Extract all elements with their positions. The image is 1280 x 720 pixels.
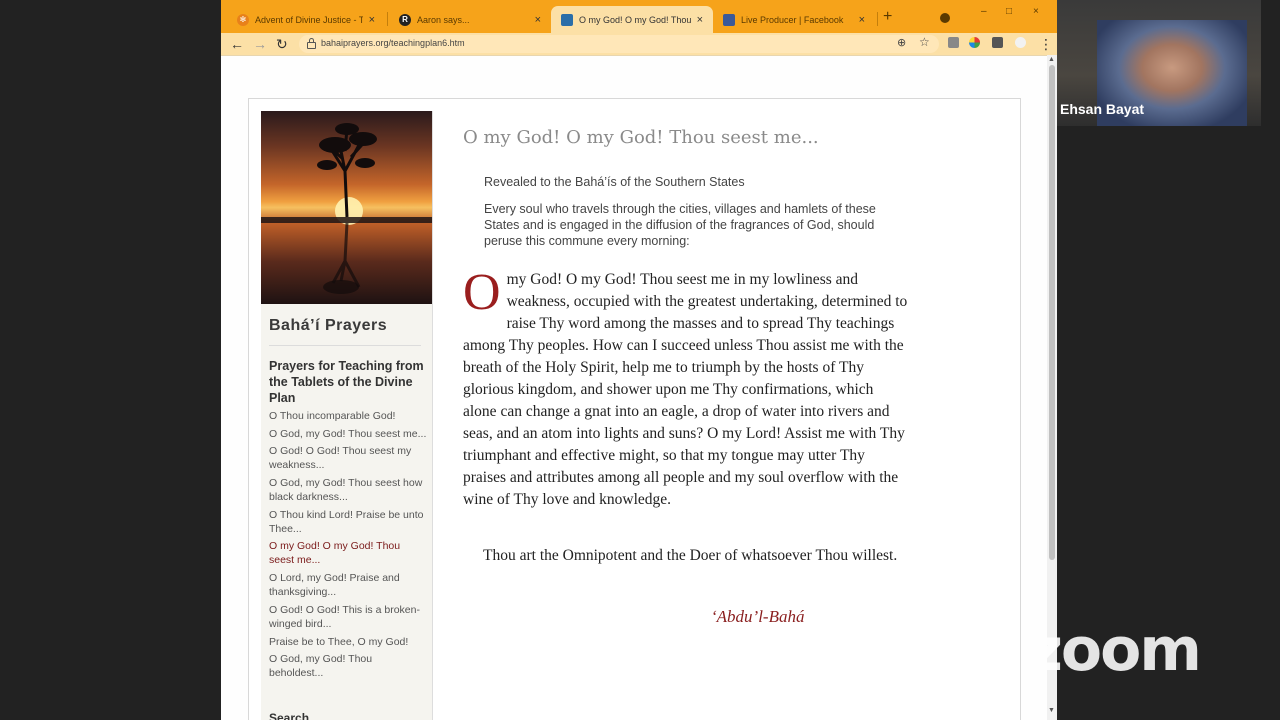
revealed-note: Revealed to the Bahá’ís of the Southern …	[484, 175, 745, 189]
scroll-thumb[interactable]	[1049, 65, 1055, 560]
dropcap-letter: O	[463, 264, 501, 321]
tab-separator	[877, 12, 878, 26]
lock-icon[interactable]	[307, 38, 316, 49]
tree-silhouette	[261, 123, 432, 294]
extension-cast-icon[interactable]	[948, 37, 959, 48]
sunset-tree-image	[261, 111, 432, 304]
prayer-list: O Thou incomparable God! O God, my God! …	[269, 409, 427, 684]
author-signature: ‘Abdu’l-Bahá	[711, 607, 805, 626]
content-frame: Bahá’í Prayers Prayers for Teaching from…	[248, 98, 1021, 720]
gear-favicon-icon: ✻	[237, 13, 249, 26]
close-icon[interactable]: ×	[369, 14, 375, 26]
prayer-link-current[interactable]: O my God! O my God! Thou seest me...	[269, 539, 427, 567]
tab-o-my-god[interactable]: O my God! O my God! Thou se ×	[551, 6, 713, 33]
tab-title: Live Producer | Facebook	[741, 14, 844, 25]
forward-button[interactable]: →	[253, 35, 267, 53]
prayer-link[interactable]: O God, my God! Thou beholdest...	[269, 652, 427, 680]
participant-video-tile[interactable]: Ehsan Bayat	[1057, 0, 1261, 126]
prayer-link[interactable]: O Thou kind Lord! Praise be unto Thee...	[269, 508, 427, 536]
url-text[interactable]: bahaiprayers.org/teachingplan6.htm	[321, 38, 465, 48]
bookmark-star-icon[interactable]: ☆	[919, 35, 930, 49]
maximize-icon[interactable]: □	[1006, 6, 1012, 17]
scroll-down-icon[interactable]: ▼	[1048, 707, 1055, 714]
prayer-closing: Thou art the Omnipotent and the Doer of …	[483, 547, 898, 564]
r-favicon-icon: R	[399, 13, 411, 26]
browser-menu-icon[interactable]: ⋮	[1039, 35, 1053, 53]
participant-name: Ehsan Bayat	[1060, 101, 1145, 117]
profile-avatar-icon[interactable]	[1015, 37, 1026, 48]
prayer-link[interactable]: O God! O God! This is a broken-winged bi…	[269, 603, 427, 631]
divider	[269, 345, 421, 346]
reload-button[interactable]: ↻	[276, 35, 288, 53]
tab-title: Advent of Divine Justice - Tho	[255, 14, 363, 25]
tab-title: Aaron says...	[417, 14, 470, 25]
browser-toolbar: ← → ↻ bahaiprayers.org/teachingplan6.htm…	[221, 33, 1057, 55]
tab-title: O my God! O my God! Thou se	[579, 14, 691, 25]
extension-color-icon[interactable]	[969, 37, 980, 48]
web-page: Bahá’í Prayers Prayers for Teaching from…	[221, 55, 1047, 720]
tab-bar: ✻ Advent of Divine Justice - Tho × R Aar…	[221, 0, 1057, 33]
prayer-link[interactable]: O Thou incomparable God!	[269, 409, 427, 423]
site-favicon-icon	[561, 13, 573, 26]
new-tab-button[interactable]: +	[883, 8, 892, 26]
prayer-text: O my God! O my God! Thou seest me in my …	[463, 264, 908, 511]
tab-search-icon[interactable]	[940, 13, 950, 23]
prayer-link[interactable]: O God, my God! Thou seest me...	[269, 427, 427, 441]
prayer-body-text: my God! O my God! Thou seest me in my lo…	[463, 271, 908, 508]
prayer-link[interactable]: O God, my God! Thou seest how black dark…	[269, 476, 427, 504]
prayer-link[interactable]: O Lord, my God! Praise and thanksgiving.…	[269, 571, 427, 599]
tab-aaron-says[interactable]: R Aaron says... ×	[389, 6, 551, 33]
puzzle-icon[interactable]	[992, 37, 1003, 48]
minimize-icon[interactable]: –	[981, 6, 987, 17]
browser-window: ✻ Advent of Divine Justice - Tho × R Aar…	[221, 0, 1057, 720]
tab-advent-divine-justice[interactable]: ✻ Advent of Divine Justice - Tho ×	[227, 6, 385, 33]
prayer-link[interactable]: O God! O God! Thou seest my weakness...	[269, 444, 427, 472]
address-bar[interactable]: bahaiprayers.org/teachingplan6.htm ⊕ ☆	[299, 35, 939, 53]
scroll-up-icon[interactable]: ▲	[1048, 56, 1055, 63]
instruction-note: Every soul who travels through the citie…	[484, 202, 876, 248]
sidebar: Bahá’í Prayers Prayers for Teaching from…	[261, 111, 433, 720]
back-button[interactable]: ←	[230, 35, 244, 53]
facebook-favicon-icon	[723, 13, 735, 26]
tab-live-producer-facebook[interactable]: Live Producer | Facebook ×	[713, 6, 875, 33]
zoom-icon[interactable]: ⊕	[897, 36, 906, 49]
prayer-link[interactable]: Praise be to Thee, O my God!	[269, 635, 427, 649]
search-heading: Search	[269, 711, 310, 720]
section-heading: Prayers for Teaching from the Tablets of…	[269, 359, 424, 405]
window-close-icon[interactable]: ×	[1033, 6, 1039, 17]
close-icon[interactable]: ×	[859, 14, 865, 26]
page-title: O my God! O my God! Thou seest me...	[463, 127, 819, 148]
tab-separator	[387, 12, 388, 26]
close-icon[interactable]: ×	[535, 14, 541, 26]
close-icon[interactable]: ×	[697, 14, 703, 26]
site-title[interactable]: Bahá’í Prayers	[269, 317, 387, 335]
zoom-logo: zoom	[1028, 615, 1202, 685]
